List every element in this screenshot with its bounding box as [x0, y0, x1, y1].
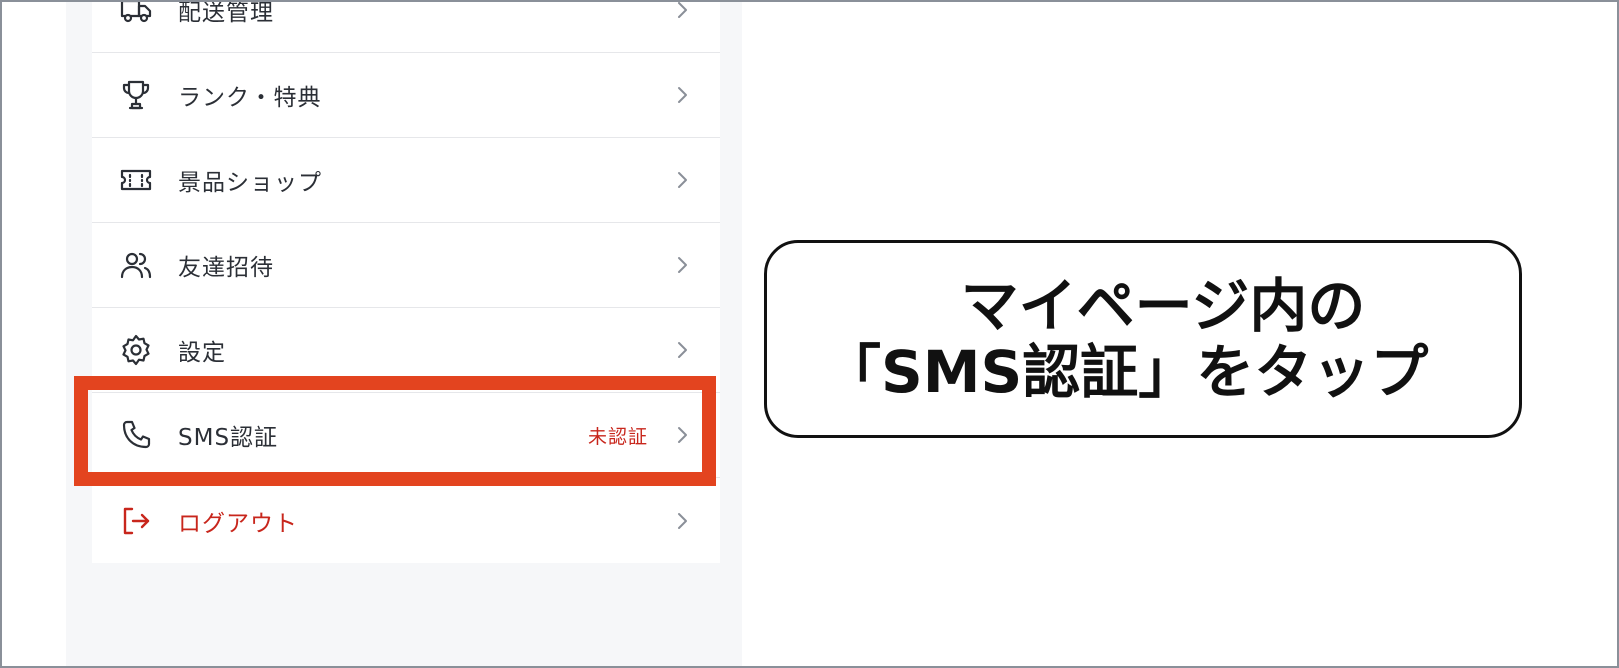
menu-item-sms-verification[interactable]: SMS認証 未認証 — [92, 393, 720, 478]
verification-status-badge: 未認証 — [587, 425, 648, 448]
callout-line-2: 「SMS認証」をタップ — [823, 338, 1429, 406]
users-icon — [118, 247, 154, 283]
chevron-right-icon — [674, 340, 690, 360]
chevron-right-icon — [674, 85, 690, 105]
menu-item-label: SMS認証 — [178, 425, 279, 451]
phone-icon — [118, 417, 154, 453]
truck-icon — [118, 2, 154, 28]
chevron-right-icon — [674, 425, 690, 445]
menu-item-label: ログアウト — [178, 510, 298, 537]
menu-item-label: 設定 — [178, 340, 226, 366]
callout-line-1: マイページ内の — [960, 272, 1366, 340]
ticket-icon — [118, 162, 154, 198]
menu-item-label: ランク・特典 — [178, 85, 322, 111]
chevron-right-icon — [674, 255, 690, 275]
chevron-right-icon — [674, 2, 690, 20]
menu-item-prize-shop[interactable]: 景品ショップ — [92, 138, 720, 223]
logout-icon — [118, 503, 154, 539]
gear-icon — [118, 332, 154, 368]
menu-item-label: 友達招待 — [178, 255, 274, 281]
chevron-right-icon — [674, 511, 690, 531]
trophy-icon — [118, 77, 154, 113]
chevron-right-icon — [674, 170, 690, 190]
menu-item-logout[interactable]: ログアウト — [92, 478, 720, 563]
menu-item-label: 配送管理 — [178, 0, 274, 26]
mypage-menu: 配送管理 ランク・特典 景品ショップ 友達招待 設定 SMS認証 未認証 ログア… — [92, 0, 720, 563]
menu-item-label: 景品ショップ — [178, 170, 322, 196]
menu-item-invite[interactable]: 友達招待 — [92, 223, 720, 308]
instruction-callout: マイページ内の 「SMS認証」をタップ — [764, 240, 1522, 438]
screenshot-frame: 配送管理 ランク・特典 景品ショップ 友達招待 設定 SMS認証 未認証 ログア… — [0, 0, 1619, 668]
menu-item-settings[interactable]: 設定 — [92, 308, 720, 393]
menu-item-rank[interactable]: ランク・特典 — [92, 53, 720, 138]
menu-item-delivery[interactable]: 配送管理 — [92, 0, 720, 53]
